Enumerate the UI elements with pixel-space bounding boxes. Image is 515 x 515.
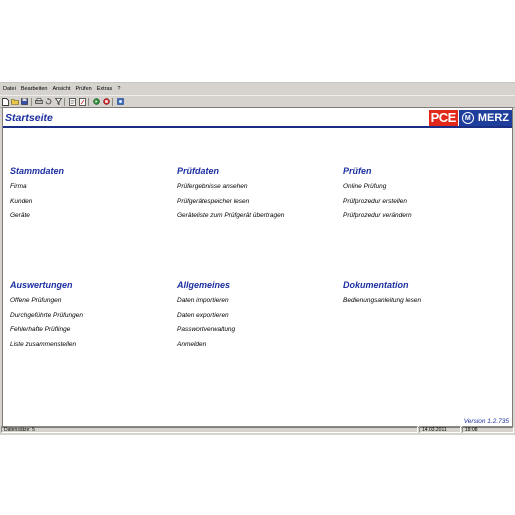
link-pruefprozedur-erstellen[interactable]: Prüfprozedur erstellen (343, 198, 412, 213)
section-auswertungen: Auswertungen Offene Prüfungen Durchgefüh… (10, 280, 83, 355)
link-durchgefuehrte-pruefungen[interactable]: Durchgeführte Prüfungen (10, 312, 83, 327)
go-icon[interactable] (93, 98, 101, 106)
section-heading: Allgemeines (177, 280, 231, 290)
menu-pruefen[interactable]: Prüfen (74, 86, 94, 92)
section-heading: Prüfen (343, 166, 372, 176)
link-passwortverwaltung[interactable]: Passwortverwaltung (177, 326, 235, 341)
menu-bearbeiten[interactable]: Bearbeiten (19, 86, 50, 92)
link-pruefgeraetespeicher-lesen[interactable]: Prüfgerätespeicher lesen (177, 198, 284, 213)
edit-icon[interactable] (78, 97, 86, 106)
link-anmelden[interactable]: Anmelden (177, 341, 235, 356)
menu-bar: Datei Bearbeiten Ansicht Prüfen Extras ? (0, 83, 515, 95)
section-heading: Stammdaten (10, 166, 65, 176)
filter-icon[interactable] (54, 98, 62, 106)
menu-ansicht[interactable]: Ansicht (50, 86, 72, 92)
section-stammdaten: Stammdaten Firma Kunden Geräte (10, 166, 64, 227)
link-online-pruefung[interactable]: Online Prüfung (343, 183, 412, 198)
status-time: 18:08 (462, 426, 514, 433)
link-liste-zusammenstellen[interactable]: Liste zusammenstellen (10, 341, 83, 356)
link-geraete[interactable]: Geräte (10, 212, 64, 227)
link-firma[interactable]: Firma (10, 183, 64, 198)
start-page: Startseite PCE M MERZ Stammdaten Firma K… (2, 107, 513, 428)
toolbar-separator (64, 97, 65, 106)
save-icon[interactable] (21, 98, 29, 106)
section-heading: Dokumentation (343, 280, 409, 290)
open-folder-icon[interactable] (11, 98, 19, 106)
link-bedienungsanleitung-lesen[interactable]: Bedienungsanleitung lesen (343, 297, 421, 312)
link-kunden[interactable]: Kunden (10, 198, 64, 213)
section-allgemeines: Allgemeines Daten importieren Daten expo… (177, 280, 235, 355)
new-document-icon[interactable] (2, 97, 10, 106)
print-icon[interactable] (35, 98, 43, 106)
link-offene-pruefungen[interactable]: Offene Prüfungen (10, 297, 83, 312)
status-bar: Datensätze: 5 14.03.2011 18:08 (0, 426, 515, 434)
link-pruefergebnisse-ansehen[interactable]: Prüfergebnisse ansehen (177, 183, 284, 198)
status-record-count: Datensätze: 5 (1, 426, 418, 433)
page-title: Startseite (5, 112, 53, 124)
link-pruefprozedur-veraendern[interactable]: Prüfprozedur verändern (343, 212, 412, 227)
application-window: Datei Bearbeiten Ansicht Prüfen Extras ? (0, 82, 515, 435)
settings-icon[interactable] (117, 98, 125, 106)
version-label: Version 1.2.735 (463, 418, 509, 425)
undo-icon[interactable] (45, 98, 53, 106)
toolbar-separator (88, 97, 89, 106)
link-fehlerhafte-prueflinge[interactable]: Fehlerhafte Prüflinge (10, 326, 83, 341)
menu-extras[interactable]: Extras (95, 86, 115, 92)
menu-datei[interactable]: Datei (1, 86, 18, 92)
section-heading: Auswertungen (10, 280, 73, 290)
menu-help[interactable]: ? (115, 86, 122, 92)
link-geraeteliste-uebertragen[interactable]: Geräteliste zum Prüfgerät übertragen (177, 212, 284, 227)
section-pruefen: Prüfen Online Prüfung Prüfprozedur erste… (343, 166, 412, 227)
toolbar-separator (30, 97, 32, 106)
status-date: 14.03.2011 (419, 426, 461, 433)
pce-merz-logo: PCE M MERZ (428, 110, 512, 126)
section-dokumentation: Dokumentation Bedienungsanleitung lesen (343, 280, 421, 312)
toolbar-separator (112, 97, 113, 106)
title-bar: Startseite PCE M MERZ (3, 110, 512, 128)
section-heading: Prüfdaten (177, 166, 220, 176)
link-daten-importieren[interactable]: Daten importieren (177, 297, 235, 312)
section-pruefdaten: Prüfdaten Prüfergebnisse ansehen Prüfger… (177, 166, 284, 227)
report-icon[interactable] (69, 97, 77, 106)
link-daten-exportieren[interactable]: Daten exportieren (177, 312, 235, 327)
stop-icon[interactable] (102, 98, 110, 106)
